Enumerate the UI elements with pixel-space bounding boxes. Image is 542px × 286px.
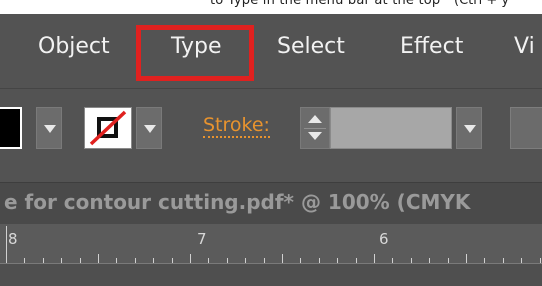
toolbar-next-control[interactable] <box>510 107 542 149</box>
document-title: e for contour cutting.pdf* @ 100% (CMYK <box>4 190 471 214</box>
menu-effect[interactable]: Effect <box>400 34 463 59</box>
stroke-weight-dropdown-button[interactable] <box>456 107 482 149</box>
stroke-weight-input[interactable] <box>330 107 452 149</box>
tutorial-caption: to Type in the menu bar at the top (Ctrl… <box>0 0 542 14</box>
stroke-none-icon <box>89 110 127 146</box>
caption-text: to Type in the menu bar at the top <box>210 0 441 8</box>
caption-shortcut-text: (Ctrl + y <box>454 0 510 8</box>
menu-view-partial[interactable]: Vi <box>514 34 535 59</box>
stepper-down-icon[interactable] <box>308 132 322 140</box>
stroke-dropdown-button[interactable] <box>136 107 162 149</box>
ruler-tick <box>6 226 7 264</box>
artboard-canvas[interactable] <box>0 264 542 286</box>
fill-color-swatch[interactable] <box>0 107 22 149</box>
stroke-weight-stepper[interactable] <box>300 107 330 149</box>
menu-type-highlight <box>136 25 254 81</box>
menu-object[interactable]: Object <box>38 34 110 59</box>
stepper-divider <box>304 128 326 129</box>
fill-dropdown-button[interactable] <box>36 107 62 149</box>
ruler-label: 7 <box>197 230 207 248</box>
stroke-label[interactable]: Stroke: <box>203 114 270 138</box>
ruler-label: 8 <box>8 230 18 248</box>
stepper-up-icon[interactable] <box>308 115 322 123</box>
document-tab[interactable]: e for contour cutting.pdf* @ 100% (CMYK <box>0 182 542 224</box>
stroke-color-swatch[interactable] <box>84 107 132 149</box>
horizontal-ruler[interactable]: 8 7 6 <box>0 224 542 264</box>
menu-bar: Object Type Select Effect Vi <box>0 14 542 88</box>
ruler-label: 6 <box>379 230 389 248</box>
control-panel: Stroke: <box>0 88 542 182</box>
menu-select[interactable]: Select <box>277 34 345 59</box>
